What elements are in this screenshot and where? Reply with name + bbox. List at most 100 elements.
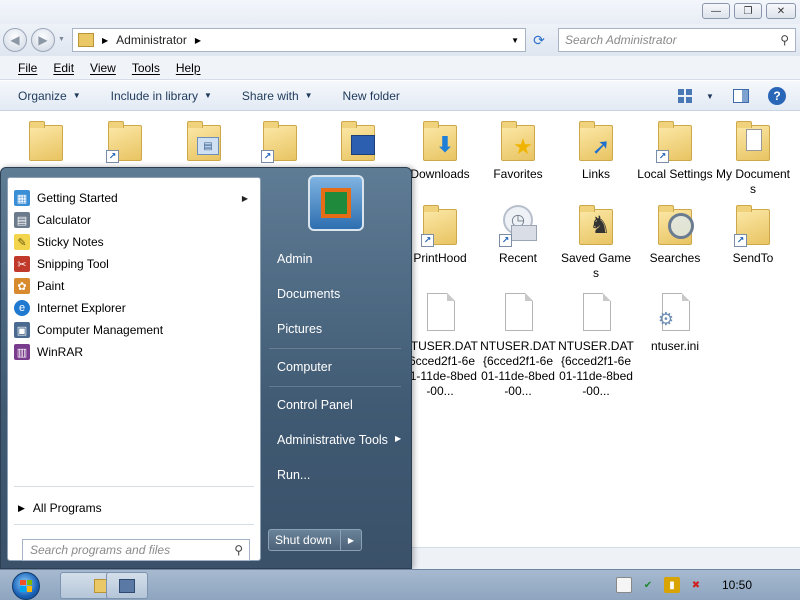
shutdown-button-group: Shut down ▶ [268, 529, 362, 551]
user-avatar-icon [321, 188, 351, 218]
getting-started-icon: ▦ [14, 190, 30, 206]
organize-button[interactable]: Organize ▼ [18, 89, 81, 103]
file-item-printhood[interactable]: ↗ PrintHood [402, 203, 478, 266]
breadcrumb-administrator[interactable]: Administrator [116, 33, 187, 47]
file-item-folder[interactable] [8, 119, 84, 167]
program-computer-management[interactable]: ▣ Computer Management [14, 320, 254, 340]
taskbar-app-button[interactable] [106, 572, 148, 599]
file-item-folder-shortcut[interactable]: ↗ [87, 119, 163, 167]
help-button[interactable]: ? [768, 87, 786, 105]
file-label: Favorites [493, 167, 543, 181]
shutdown-button[interactable]: Shut down [269, 530, 341, 550]
preview-pane-button[interactable] [733, 89, 749, 103]
start-link-computer[interactable]: Computer [277, 360, 332, 374]
file-label: SendTo [732, 251, 774, 265]
all-programs-button[interactable]: ▶ All Programs [18, 501, 102, 515]
file-label: NTUSER.DAT{6cced2f1-6e01-11de-8bed-00... [480, 339, 556, 398]
file-item-favorites[interactable]: ★ Favorites [480, 119, 556, 182]
network-icon[interactable]: ▮ [664, 577, 680, 593]
file-label: Links [581, 167, 610, 181]
program-snipping-tool[interactable]: ✂ Snipping Tool [14, 254, 254, 274]
folder-user-icon [78, 33, 94, 47]
user-picture[interactable] [308, 175, 364, 231]
file-item-recent[interactable]: ◷ ↗ Recent [480, 203, 556, 266]
start-button[interactable] [6, 570, 46, 600]
refresh-button[interactable]: ⟳ [528, 30, 550, 50]
clock[interactable]: 10:50 [722, 578, 752, 592]
program-calculator[interactable]: ▤ Calculator [14, 210, 254, 230]
search-icon[interactable]: ⚲ [234, 543, 243, 557]
start-link-documents[interactable]: Documents [277, 287, 340, 301]
back-button[interactable]: ◀ [3, 28, 27, 52]
file-item-ntuser-ini[interactable]: ⚙ ntuser.ini [637, 291, 713, 354]
file-item-folder-shortcut[interactable]: ↗ [242, 119, 318, 167]
search-icon[interactable]: ⚲ [780, 33, 789, 47]
status-bar [412, 547, 800, 569]
divider [14, 524, 254, 525]
address-dropdown-icon[interactable]: ▼ [511, 36, 519, 45]
address-row: ◀ ▶ ▼ ▶ Administrator ▶ ▼ ⟳ Search Admin… [0, 24, 800, 56]
program-paint[interactable]: ✿ Paint [14, 276, 254, 296]
file-item-contacts[interactable]: ▤ [166, 119, 242, 167]
winrar-icon: ▥ [14, 344, 30, 360]
file-item-my-documents[interactable]: My Documents [715, 119, 791, 197]
shutdown-options-button[interactable]: ▶ [341, 530, 361, 550]
file-label: NTUSER.DAT{6cced2f1-6e01-11de-8bed-00... [402, 339, 478, 398]
snipping-tool-icon: ✂ [14, 256, 30, 272]
file-item-local-settings[interactable]: ↗ Local Settings [637, 119, 713, 182]
recent-pages-chevron-icon[interactable]: ▼ [58, 36, 65, 43]
downloads-folder-icon: ⬇ [419, 119, 461, 163]
address-bar[interactable]: ▶ Administrator ▶ ▼ [72, 28, 526, 52]
file-item-searches[interactable]: Searches [637, 203, 713, 266]
back-arrow-icon: ◀ [10, 33, 20, 47]
file-item-downloads[interactable]: ⬇ Downloads [402, 119, 478, 182]
divider [269, 386, 401, 387]
new-folder-button[interactable]: New folder [343, 89, 400, 103]
file-label: Recent [498, 251, 538, 265]
start-link-administrative-tools[interactable]: Administrative Tools ▶ [277, 433, 407, 447]
menu-help[interactable]: Help [176, 61, 201, 75]
file-item-desktop[interactable] [320, 119, 396, 167]
file-label: Saved Games [560, 251, 632, 280]
file-item-links[interactable]: ➚ Links [558, 119, 634, 182]
menu-edit[interactable]: Edit [53, 61, 74, 75]
chevron-down-icon: ▼ [72, 91, 81, 100]
file-item-saved-games[interactable]: ♞ Saved Games [558, 203, 634, 281]
favorites-folder-icon: ★ [497, 119, 539, 163]
action-center-icon[interactable]: ✔ [640, 577, 656, 593]
searches-folder-icon [654, 203, 696, 247]
file-item-ntuser-dat[interactable]: NTUSER.DAT{6cced2f1-6e01-11de-8bed-00... [558, 291, 634, 399]
program-getting-started[interactable]: ▦ Getting Started ▶ [14, 188, 254, 208]
file-item-ntuser-dat[interactable]: NTUSER.DAT{6cced2f1-6e01-11de-8bed-00... [480, 291, 556, 399]
close-button[interactable]: ✕ [766, 3, 796, 19]
start-link-control-panel[interactable]: Control Panel [277, 398, 353, 412]
start-link-admin[interactable]: Admin [277, 252, 312, 266]
menu-bar: File Edit View Tools Help [0, 56, 800, 80]
breadcrumb-separator-icon: ▶ [102, 35, 109, 45]
volume-muted-icon[interactable]: ✖ [688, 577, 704, 593]
desktop-folder-icon [337, 119, 379, 163]
maximize-button[interactable]: ❐ [734, 3, 762, 19]
organize-label: Organize [18, 88, 67, 103]
program-internet-explorer[interactable]: e Internet Explorer [14, 298, 254, 318]
start-link-run[interactable]: Run... [277, 468, 310, 482]
start-link-pictures[interactable]: Pictures [277, 322, 322, 336]
forward-button[interactable]: ▶ [31, 28, 55, 52]
start-search-input[interactable]: Search programs and files ⚲ [22, 539, 250, 561]
include-in-library-button[interactable]: Include in library ▼ [111, 89, 212, 103]
file-item-sendto[interactable]: ↗ SendTo [715, 203, 791, 266]
divider [14, 486, 254, 487]
program-sticky-notes[interactable]: ✎ Sticky Notes [14, 232, 254, 252]
change-view-button[interactable]: ▼ [678, 89, 714, 103]
document-tray-icon[interactable] [616, 577, 632, 593]
menu-tools[interactable]: Tools [132, 61, 160, 75]
search-input[interactable]: Search Administrator ⚲ [558, 28, 796, 52]
file-item-ntuser-dat[interactable]: NTUSER.DAT{6cced2f1-6e01-11de-8bed-00... [402, 291, 478, 399]
program-winrar[interactable]: ▥ WinRAR [14, 342, 254, 362]
file-label: NTUSER.DAT{6cced2f1-6e01-11de-8bed-00... [558, 339, 634, 398]
minimize-button[interactable]: — [702, 3, 730, 19]
menu-file[interactable]: File [18, 61, 37, 75]
menu-view[interactable]: View [90, 61, 116, 75]
share-with-button[interactable]: Share with ▼ [242, 89, 313, 103]
new-folder-label: New folder [342, 88, 400, 103]
